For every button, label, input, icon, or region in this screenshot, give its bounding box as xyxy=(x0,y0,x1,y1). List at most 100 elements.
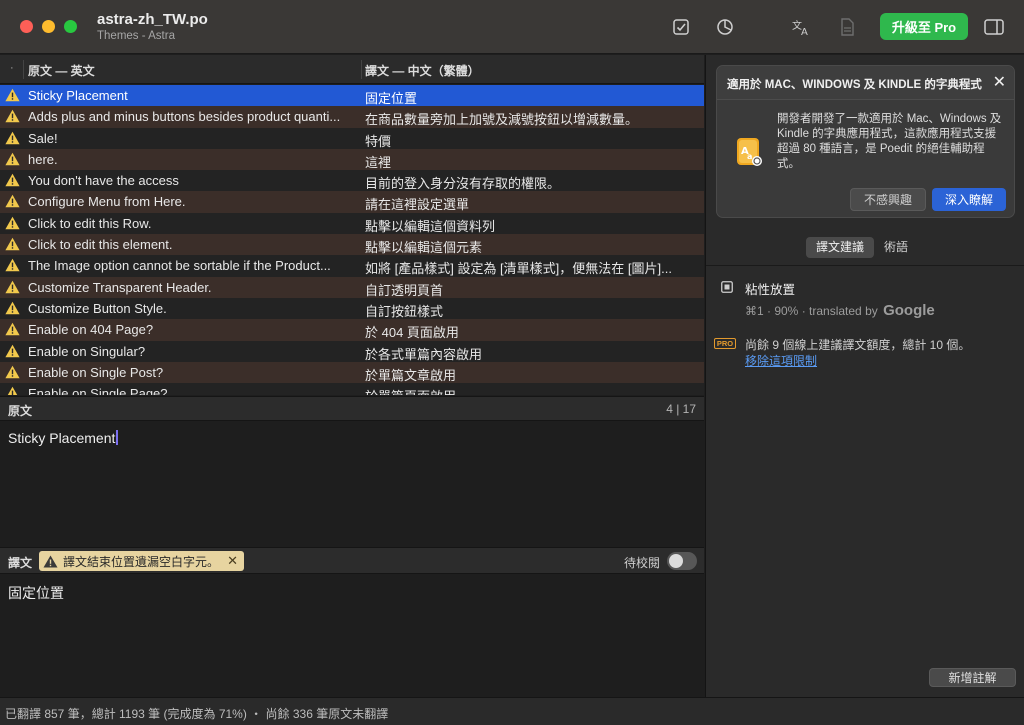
table-row[interactable]: The Image option cannot be sortable if t… xyxy=(0,255,704,277)
provider-prefix: translated by xyxy=(809,304,878,318)
promo-card-header: 適用於 MAC、WINDOWS 及 KINDLE 的字典程式 ✕ xyxy=(717,66,1014,100)
document-icon[interactable] xyxy=(834,14,860,40)
table-row[interactable]: Enable on Singular? 於各式單篇內容啟用 xyxy=(0,340,704,362)
row-target-text: 點擊以編輯這個元素 xyxy=(365,240,483,256)
window-subtitle: Themes - Astra xyxy=(97,30,175,42)
source-panel-label: 原文 xyxy=(8,404,33,418)
translate-icon[interactable]: 文A xyxy=(789,14,815,40)
row-target-text: 如將 [產品樣式] 設定為 [清單樣式]，便無法在 [圖片]... xyxy=(365,261,672,277)
table-row[interactable]: Click to edit this Row. 點擊以編輯這個資料列 xyxy=(0,212,704,235)
title-bar: astra-zh_TW.po Themes - Astra 文A 升級至 Pro xyxy=(0,0,1024,54)
toggle-knob xyxy=(669,554,683,568)
warning-text: 譯文結束位置遺漏空白字元。 xyxy=(63,554,220,569)
promo-title: 適用於 MAC、WINDOWS 及 KINDLE 的字典程式 xyxy=(727,79,982,91)
table-row[interactable]: Customize Button Style. 自訂按鈕樣式 xyxy=(0,297,704,320)
row-target-text: 於單篇文章啟用 xyxy=(365,367,457,383)
warning-triangle-icon xyxy=(5,301,20,318)
warning-triangle-icon xyxy=(5,344,20,361)
translation-panel-header: 譯文 譯文結束位置遺漏空白字元。 ✕ 待校閱 xyxy=(0,547,704,574)
table-row[interactable]: Sticky Placement 固定位置 xyxy=(0,85,704,107)
warning-triangle-icon xyxy=(5,194,20,211)
status-column-header[interactable]: · xyxy=(10,62,14,74)
column-divider xyxy=(361,60,362,79)
table-row[interactable]: You don't have the access 目前的登入身分沒有存取的權限。 xyxy=(0,170,704,192)
sidebar: 適用於 MAC、WINDOWS 及 KINDLE 的字典程式 ✕ A a 開發者… xyxy=(705,55,1024,697)
row-source-text: Sticky Placement xyxy=(28,88,128,103)
target-column-header[interactable]: 譯文 — 中文（繁體） xyxy=(365,62,480,79)
warning-triangle-icon xyxy=(43,555,58,568)
warning-triangle-icon xyxy=(5,322,20,339)
translation-input[interactable]: 固定位置 xyxy=(8,583,64,603)
divider xyxy=(706,265,1024,266)
row-source-text: Enable on Singular? xyxy=(28,343,146,359)
window-zoom-button[interactable] xyxy=(64,20,77,33)
sidebar-toggle-icon[interactable] xyxy=(981,14,1007,40)
google-logo: Google xyxy=(883,302,935,319)
upgrade-pro-button[interactable]: 升級至 Pro xyxy=(880,13,968,40)
warning-triangle-icon xyxy=(5,88,20,105)
warning-triangle-icon xyxy=(5,152,20,169)
warning-triangle-icon xyxy=(5,173,20,190)
dictionary-app-icon: A a xyxy=(735,137,763,170)
row-target-text: 於單篇頁面啟用 xyxy=(365,386,695,395)
row-source-text: here. xyxy=(28,151,58,167)
svg-text:A: A xyxy=(801,27,808,36)
row-target-text: 特價 xyxy=(365,133,392,149)
pro-badge: PRO xyxy=(714,338,736,349)
row-target-text: 這裡 xyxy=(365,154,392,170)
string-list[interactable]: Sticky Placement 固定位置 Adds plus and minus … xyxy=(0,85,704,395)
fuzzy-toggle[interactable] xyxy=(667,552,697,570)
learn-more-button[interactable]: 深入瞭解 xyxy=(932,188,1006,211)
source-column-header[interactable]: 原文 — 英文 xyxy=(28,62,95,79)
warning-triangle-icon xyxy=(5,258,20,275)
row-target-text: 於各式單篇內容啟用 xyxy=(365,346,483,362)
row-source-text: Click to edit this element. xyxy=(28,237,173,253)
source-panel-header: 原文 4 | 17 xyxy=(0,396,704,421)
pie-chart-icon[interactable] xyxy=(712,14,738,40)
list-header: · 原文 — 英文 譯文 — 中文（繁體） xyxy=(0,55,704,84)
row-source-text: Customize Button Style. xyxy=(28,300,167,316)
limit-text: 尚餘 9 個線上建議譯文額度，總計 10 個。 xyxy=(745,338,971,352)
warning-triangle-icon xyxy=(5,216,20,233)
tab-glossary[interactable]: 術語 xyxy=(874,237,918,258)
table-row[interactable]: Enable on Single Page? 於單篇頁面啟用 xyxy=(0,383,704,395)
row-target-text: 於 404 頁面啟用 xyxy=(365,325,459,341)
window-close-button[interactable] xyxy=(20,20,33,33)
text-caret xyxy=(116,430,119,445)
row-source-text: Click to edit this Row. xyxy=(28,215,152,231)
warning-triangle-icon xyxy=(5,280,20,297)
warning-triangle-icon xyxy=(5,365,20,382)
svg-text:a: a xyxy=(747,152,752,161)
warning-triangle-icon xyxy=(5,386,20,395)
row-source-text: Customize Transparent Header. xyxy=(28,279,212,295)
promo-card: 適用於 MAC、WINDOWS 及 KINDLE 的字典程式 ✕ A a 開發者… xyxy=(716,65,1015,218)
row-source-text: Enable on Single Page? xyxy=(28,386,168,395)
table-row[interactable]: Click to edit this element. 點擊以編輯這個元素 xyxy=(0,234,704,256)
window-title: astra-zh_TW.po xyxy=(97,11,208,28)
row-target-text: 點擊以編輯這個資料列 xyxy=(365,218,496,234)
warning-triangle-icon xyxy=(5,237,20,254)
row-source-text: Enable on Single Post? xyxy=(28,364,164,380)
not-interested-button[interactable]: 不感興趣 xyxy=(850,188,926,211)
table-row[interactable]: Configure Menu from Here. 請在這裡設定選單 xyxy=(0,191,704,213)
close-icon[interactable]: ✕ xyxy=(227,553,238,569)
table-row[interactable]: here. 這裡 xyxy=(0,148,704,171)
remove-limit-link[interactable]: 移除這項限制 xyxy=(745,352,817,369)
table-row[interactable]: Adds plus and minus buttons besides prod… xyxy=(0,106,704,128)
table-row[interactable]: Sale! 特價 xyxy=(0,127,704,149)
checkbox-icon[interactable] xyxy=(668,14,694,40)
row-source-text: Configure Menu from Here. xyxy=(28,194,186,210)
table-row[interactable]: Enable on 404 Page? 於 404 頁面啟用 xyxy=(0,319,704,341)
tab-suggestions[interactable]: 譯文建議 xyxy=(806,237,875,258)
window-minimize-button[interactable] xyxy=(42,20,55,33)
row-target-text: 目前的登入身分沒有存取的權限。 xyxy=(365,176,561,192)
suggestion-shortcut: ⌘1 · 90% · xyxy=(745,304,806,318)
add-comment-button[interactable]: 新增註解 xyxy=(929,668,1016,687)
table-row[interactable]: Customize Transparent Header. 自訂透明頁首 xyxy=(0,276,704,298)
source-text: Sticky Placement xyxy=(8,430,119,446)
row-source-text: Sale! xyxy=(28,130,58,146)
row-target-text: 自訂按鈕樣式 xyxy=(365,303,444,319)
table-row[interactable]: Enable on Single Post? 於單篇文章啟用 xyxy=(0,361,704,384)
suggestion-text[interactable]: 粘性放置 xyxy=(745,279,795,298)
close-icon[interactable]: ✕ xyxy=(993,72,1006,92)
